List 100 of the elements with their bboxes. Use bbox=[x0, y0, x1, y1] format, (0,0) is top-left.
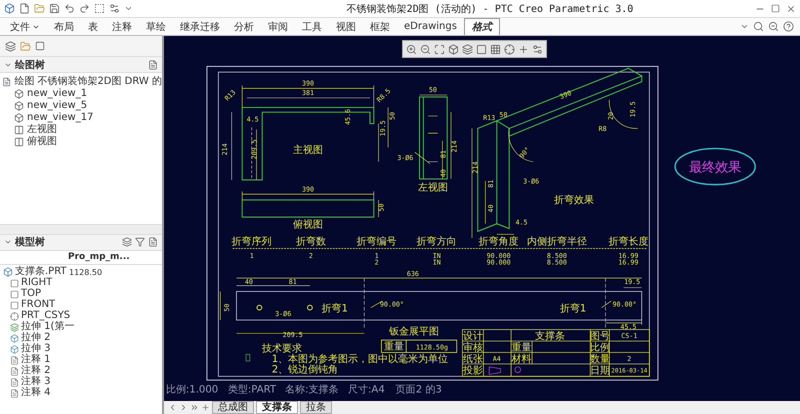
dimension-text: 折弯1 bbox=[560, 303, 586, 314]
caret-icon[interactable] bbox=[124, 4, 133, 13]
collapse-icon[interactable] bbox=[4, 238, 12, 246]
menu-tab[interactable]: 视图 bbox=[329, 18, 363, 35]
tree-item[interactable]: 注释 4 bbox=[21, 387, 51, 399]
tree-item[interactable]: 注释 2 bbox=[21, 365, 51, 377]
refit-icon[interactable] bbox=[434, 44, 445, 54]
menu-tab[interactable]: 注释 bbox=[105, 18, 139, 35]
add-sheet-icon[interactable] bbox=[201, 403, 210, 412]
column-header[interactable]: Pro_mp_m... bbox=[68, 250, 130, 264]
plus-icon[interactable] bbox=[518, 44, 529, 54]
zoom-out-icon[interactable] bbox=[768, 21, 779, 32]
view-label: 俯视图 bbox=[292, 220, 323, 231]
tree-item[interactable]: 注释 1 bbox=[21, 354, 51, 366]
folder-icon[interactable] bbox=[20, 40, 31, 52]
filter-icon[interactable] bbox=[135, 237, 145, 247]
columns-icon bbox=[14, 125, 24, 135]
sheet-tab[interactable]: 总成图 bbox=[212, 401, 254, 414]
cube-icon bbox=[3, 267, 13, 277]
tree-item[interactable]: FRONT bbox=[21, 299, 56, 311]
tree-item[interactable]: new_view_1 bbox=[27, 88, 88, 100]
menu-tab[interactable]: eDrawings bbox=[397, 18, 464, 35]
title-block-text: 重量 bbox=[512, 342, 532, 354]
menu-tab[interactable]: 文件 bbox=[3, 18, 47, 35]
open-folder-icon[interactable] bbox=[34, 3, 45, 14]
new-file-icon[interactable] bbox=[19, 3, 30, 14]
view-label: 主视图 bbox=[292, 145, 323, 156]
title-block-text: 投影 bbox=[462, 365, 483, 376]
status-text: 比例:1.000 bbox=[166, 384, 218, 396]
layers-icon bbox=[10, 322, 19, 332]
table-header: 折弯角度 bbox=[478, 236, 519, 248]
document-icon[interactable] bbox=[148, 60, 158, 70]
cube-icon[interactable] bbox=[448, 44, 459, 54]
app-logo-icon[interactable] bbox=[4, 3, 15, 14]
tree-item[interactable]: 拉伸 3 bbox=[21, 343, 51, 355]
sheet-tab[interactable]: 支撑条 bbox=[256, 401, 298, 414]
status-text: 名称:支撑条 bbox=[285, 384, 338, 396]
tree-item[interactable]: PRT_CSYS bbox=[21, 310, 70, 322]
zoom-in-icon[interactable] bbox=[406, 44, 417, 54]
cube-icon bbox=[14, 101, 24, 111]
redo-icon[interactable] bbox=[79, 3, 90, 14]
search-icon[interactable] bbox=[753, 21, 764, 32]
tree-item[interactable]: new_view_17 bbox=[27, 112, 94, 124]
undo-icon[interactable] bbox=[64, 3, 75, 14]
table-header: 折弯方向 bbox=[416, 236, 457, 248]
square-icon[interactable] bbox=[476, 44, 487, 54]
crosshair-icon[interactable] bbox=[504, 44, 515, 54]
document-icon[interactable] bbox=[148, 237, 158, 247]
title-block-text: 纸张 bbox=[462, 354, 483, 365]
caret-icon[interactable] bbox=[740, 22, 749, 31]
layers-icon[interactable] bbox=[122, 237, 132, 247]
title-block-text: 审核 bbox=[462, 342, 483, 354]
previous-icon[interactable] bbox=[168, 403, 177, 412]
menu-tab[interactable]: 工具 bbox=[295, 18, 329, 35]
tree-item[interactable]: RIGHT bbox=[21, 277, 52, 289]
menu-tab[interactable]: 表 bbox=[81, 18, 105, 35]
title-block-text: 设计 bbox=[462, 331, 483, 342]
title-block-text: 数量 bbox=[590, 354, 610, 365]
sheet-tab[interactable]: 拉条 bbox=[300, 401, 332, 414]
drawing-canvas[interactable] bbox=[164, 36, 800, 401]
document-icon bbox=[2, 77, 12, 87]
settings-icon[interactable] bbox=[109, 3, 120, 14]
tree-item[interactable]: TOP bbox=[21, 288, 42, 300]
close-icon[interactable] bbox=[786, 4, 796, 14]
note-icon bbox=[10, 378, 19, 386]
table-cell: 1128.50 bbox=[69, 268, 102, 276]
tree-item[interactable]: 注释 3 bbox=[21, 376, 51, 388]
layers-icon[interactable] bbox=[5, 40, 16, 52]
view-label: 钣金展平图 bbox=[388, 326, 439, 338]
menu-tab[interactable]: 草绘 bbox=[139, 18, 173, 35]
menu-tab[interactable]: 分析 bbox=[227, 18, 261, 35]
tree-item[interactable]: new_view_5 bbox=[27, 100, 88, 112]
tree-item[interactable]: 左视图 bbox=[27, 124, 57, 136]
tree-item[interactable]: 拉伸 1(第一 bbox=[21, 321, 74, 333]
menu-tab[interactable]: 布局 bbox=[47, 18, 81, 35]
save-icon[interactable] bbox=[49, 3, 60, 14]
status-text: 尺寸:A4 bbox=[348, 384, 385, 396]
table-header: 内侧折弯半径 bbox=[526, 236, 587, 248]
maximize-icon[interactable] bbox=[771, 4, 780, 12]
menu-tab[interactable]: 框架 bbox=[363, 18, 397, 35]
square-icon[interactable] bbox=[35, 41, 45, 51]
tree-item[interactable]: 绘图 不锈钢装饰架2D图 DRW 的 bbox=[14, 76, 162, 88]
select-box-icon[interactable] bbox=[94, 3, 105, 14]
tree-item[interactable]: 拉伸 2 bbox=[21, 332, 51, 344]
settings-icon[interactable] bbox=[532, 44, 543, 54]
window-title: 不锈钢装饰架2D图 (活动的) - PTC Creo Parametric 3.0 bbox=[346, 2, 634, 16]
zoom-out-icon[interactable] bbox=[420, 44, 431, 54]
tree-item[interactable]: 支撑条.PRT bbox=[15, 266, 67, 278]
menu-tab[interactable]: 继承迁移 bbox=[173, 18, 227, 35]
next-icon[interactable] bbox=[179, 403, 188, 412]
help-icon[interactable] bbox=[783, 21, 794, 32]
tree-item[interactable]: 俯视图 bbox=[27, 136, 57, 148]
menu-tab[interactable]: 格式 bbox=[464, 18, 500, 35]
grid-icon[interactable] bbox=[490, 44, 501, 54]
table-header: 折弯数 bbox=[296, 236, 326, 248]
scrollbar[interactable] bbox=[0, 224, 162, 234]
layers-icon[interactable] bbox=[462, 44, 473, 54]
title-block-text: 材料 bbox=[512, 354, 532, 365]
last-icon[interactable] bbox=[190, 403, 199, 412]
menu-tab[interactable]: 审阅 bbox=[261, 18, 295, 35]
